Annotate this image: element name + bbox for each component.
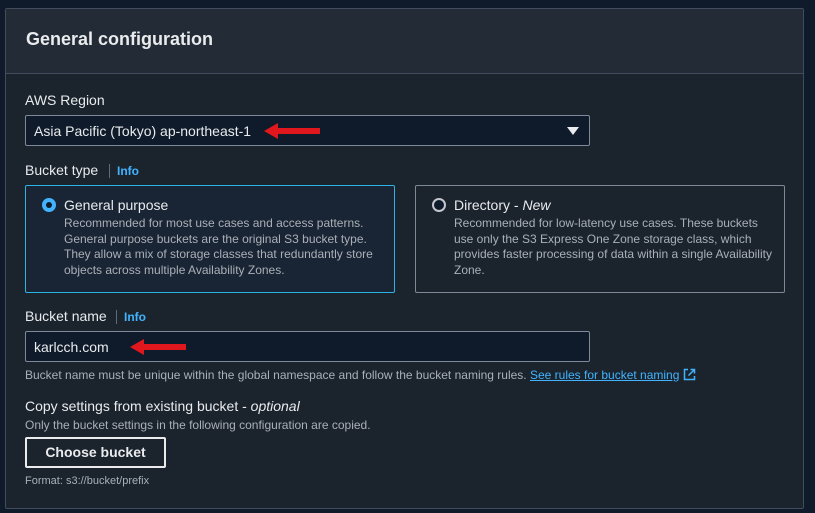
red-arrow-icon	[264, 123, 320, 139]
directory-title: Directory - New	[454, 197, 550, 213]
copy-settings-label-text: Copy settings from existing bucket -	[25, 398, 251, 414]
format-hint: Format: s3://bucket/prefix	[25, 475, 150, 487]
general-purpose-description: Recommended for most use cases and acces…	[64, 216, 373, 277]
bucket-name-hint: Bucket name must be unique within the gl…	[25, 368, 696, 382]
bucket-name-label: Bucket name	[25, 308, 107, 324]
copy-settings-label: Copy settings from existing bucket - opt…	[25, 398, 300, 414]
bucket-naming-rules-link[interactable]: See rules for bucket naming	[530, 368, 679, 382]
bucket-type-directory-tile[interactable]: Directory - New Recommended for low-late…	[415, 185, 785, 293]
external-link-icon[interactable]	[683, 368, 696, 381]
divider	[116, 310, 117, 324]
page-edge	[806, 0, 815, 513]
general-purpose-title: General purpose	[64, 197, 169, 213]
bucket-type-label: Bucket type	[25, 162, 99, 178]
red-arrow-icon	[130, 339, 186, 355]
radio-directory[interactable]	[432, 198, 446, 212]
bucket-type-general-purpose-tile[interactable]: General purpose Recommended for most use…	[25, 185, 395, 293]
directory-description: Recommended for low-latency use cases. T…	[454, 216, 772, 277]
copy-settings-optional: optional	[250, 398, 300, 414]
general-configuration-panel: General configuration AWS Region Asia Pa…	[5, 8, 804, 509]
bucket-name-info-link[interactable]: Info	[124, 310, 146, 324]
region-label: AWS Region	[25, 92, 105, 108]
bucket-type-info-link[interactable]: Info	[117, 164, 139, 178]
copy-settings-description: Only the bucket settings in the followin…	[25, 418, 371, 432]
caret-down-icon	[567, 127, 579, 135]
region-selected-value: Asia Pacific (Tokyo) ap-northeast-1	[34, 123, 252, 139]
directory-new-tag: New	[522, 197, 551, 213]
panel-header: General configuration	[6, 9, 803, 74]
divider	[109, 164, 110, 178]
directory-title-text: Directory -	[454, 197, 523, 213]
radio-general-purpose[interactable]	[42, 198, 56, 212]
bucket-name-hint-text: Bucket name must be unique within the gl…	[25, 368, 527, 382]
panel-title: General configuration	[26, 29, 214, 49]
bucket-name-input[interactable]: karlcch.com	[25, 331, 590, 362]
bucket-name-value: karlcch.com	[34, 339, 109, 355]
choose-bucket-button[interactable]: Choose bucket	[25, 437, 166, 468]
